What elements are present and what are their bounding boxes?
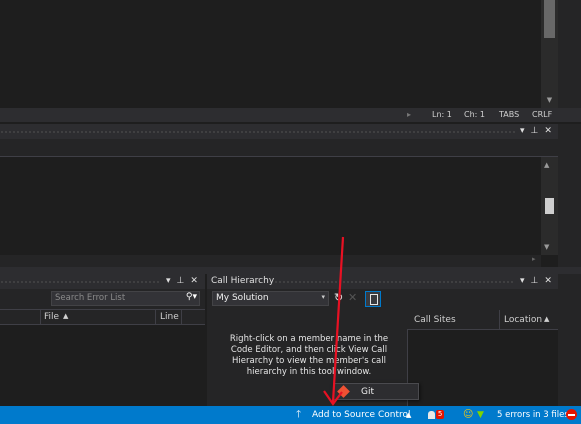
chevron-up-icon[interactable]: ▲ bbox=[406, 406, 411, 424]
editor-status-strip: ▸ Ln: 1 Ch: 1 TABS CRLF bbox=[0, 108, 581, 122]
scroll-down-arrow-icon[interactable]: ▼ bbox=[544, 96, 555, 106]
editor-scrollbar-thumb[interactable] bbox=[544, 0, 555, 38]
titlebar-grip bbox=[274, 281, 514, 283]
close-icon[interactable]: ✕ bbox=[544, 274, 552, 289]
warning-filter-icon[interactable]: ▼ bbox=[477, 406, 484, 424]
search-icon[interactable]: ⚲▾ bbox=[186, 292, 197, 302]
add-to-source-control-button[interactable]: Add to Source Control bbox=[312, 406, 411, 424]
error-list-header: File ▲ Line bbox=[0, 309, 205, 325]
column-divider bbox=[155, 310, 156, 325]
close-icon[interactable]: ✕ bbox=[544, 124, 552, 139]
line-ending-indicator[interactable]: CRLF bbox=[532, 109, 552, 121]
column-divider bbox=[0, 310, 41, 325]
search-placeholder: Search Error List bbox=[55, 293, 126, 303]
call-hierarchy-window-controls: ▾ ⊥ ✕ bbox=[514, 274, 552, 289]
editor-side-strip bbox=[558, 0, 581, 122]
panel-window-controls: ▾ ⊥ ✕ bbox=[514, 124, 552, 139]
panel-side-strip bbox=[558, 124, 581, 267]
dropdown-icon[interactable]: ▾ bbox=[166, 274, 171, 289]
panel-body[interactable] bbox=[0, 157, 541, 267]
source-control-popup[interactable]: Git bbox=[333, 383, 419, 400]
titlebar-grip bbox=[0, 131, 515, 133]
column-indicator: Ch: 1 bbox=[464, 110, 485, 119]
sort-ascending-icon: ▲ bbox=[544, 315, 550, 323]
notifications-count: 5 bbox=[435, 410, 445, 419]
error-list-window-controls: ▾ ⊥ ✕ bbox=[160, 274, 198, 289]
pin-icon[interactable]: ⊥ bbox=[177, 274, 185, 289]
notifications-bell-icon[interactable]: 5 bbox=[428, 406, 445, 424]
column-divider bbox=[181, 310, 182, 325]
scroll-right-arrow-icon[interactable]: ▸ bbox=[532, 255, 536, 263]
error-summary[interactable]: 5 errors in 3 files bbox=[497, 406, 569, 424]
feedback-icon[interactable]: ☺ bbox=[463, 406, 473, 424]
error-status-icon[interactable] bbox=[566, 406, 577, 424]
error-list-search[interactable]: Search Error List ⚲▾ bbox=[51, 291, 200, 306]
call-hierarchy-empty-message: Right-click on a member name in the Code… bbox=[229, 334, 389, 377]
line-indicator: Ln: 1 bbox=[432, 110, 452, 119]
pin-icon[interactable]: ⊥ bbox=[531, 124, 539, 139]
panel-splitter[interactable] bbox=[0, 267, 581, 274]
refresh-icon[interactable]: ↻ bbox=[334, 291, 343, 304]
indent-indicator[interactable]: TABS bbox=[499, 109, 519, 121]
column-header-file[interactable]: File bbox=[44, 312, 59, 322]
cancel-icon[interactable]: ✕ bbox=[348, 291, 357, 304]
details-pane-icon bbox=[370, 294, 378, 305]
panel-titlebar: ▾ ⊥ ✕ bbox=[0, 124, 581, 139]
scroll-right-arrow-icon[interactable]: ▸ bbox=[407, 109, 411, 121]
dropdown-icon[interactable]: ▾ bbox=[520, 274, 525, 289]
toggle-details-button[interactable] bbox=[365, 291, 381, 307]
titlebar-grip bbox=[0, 281, 160, 283]
scope-dropdown[interactable]: My Solution ▾ bbox=[212, 291, 329, 306]
status-bar: 🡑 Add to Source Control ▲ 5 ☺ ▼ 5 errors… bbox=[0, 406, 581, 424]
error-list-body[interactable] bbox=[0, 325, 205, 406]
column-header-line[interactable]: Line bbox=[160, 312, 179, 322]
scope-value: My Solution bbox=[216, 293, 269, 303]
panel-scrollbar-thumb[interactable] bbox=[545, 198, 554, 214]
close-icon[interactable]: ✕ bbox=[190, 274, 198, 289]
git-icon bbox=[337, 385, 350, 398]
call-sites-header: Call Sites Location ▲ bbox=[407, 310, 558, 330]
git-menu-item[interactable]: Git bbox=[361, 387, 374, 397]
panel-toolbar bbox=[0, 139, 581, 157]
call-hierarchy-title: Call Hierarchy bbox=[211, 276, 275, 286]
sort-ascending-icon: ▲ bbox=[63, 312, 69, 320]
call-hierarchy-titlebar: Call Hierarchy ▾ ⊥ ✕ bbox=[207, 274, 558, 289]
error-list-titlebar: ▾ ⊥ ✕ bbox=[0, 274, 205, 289]
column-divider bbox=[499, 310, 500, 329]
column-header-location[interactable]: Location bbox=[504, 315, 542, 325]
dropdown-icon[interactable]: ▾ bbox=[520, 124, 525, 139]
scroll-up-arrow-icon[interactable]: ▲ bbox=[544, 161, 549, 169]
side-strip bbox=[558, 274, 581, 406]
scroll-down-arrow-icon[interactable]: ▼ bbox=[544, 243, 549, 251]
panel-horizontal-scrollbar[interactable]: ▸ bbox=[0, 255, 541, 267]
column-header-call-sites[interactable]: Call Sites bbox=[414, 315, 456, 325]
code-editor[interactable] bbox=[0, 0, 581, 108]
publish-arrow-icon: 🡑 bbox=[296, 409, 302, 420]
chevron-down-icon: ▾ bbox=[321, 293, 325, 301]
pin-icon[interactable]: ⊥ bbox=[531, 274, 539, 289]
